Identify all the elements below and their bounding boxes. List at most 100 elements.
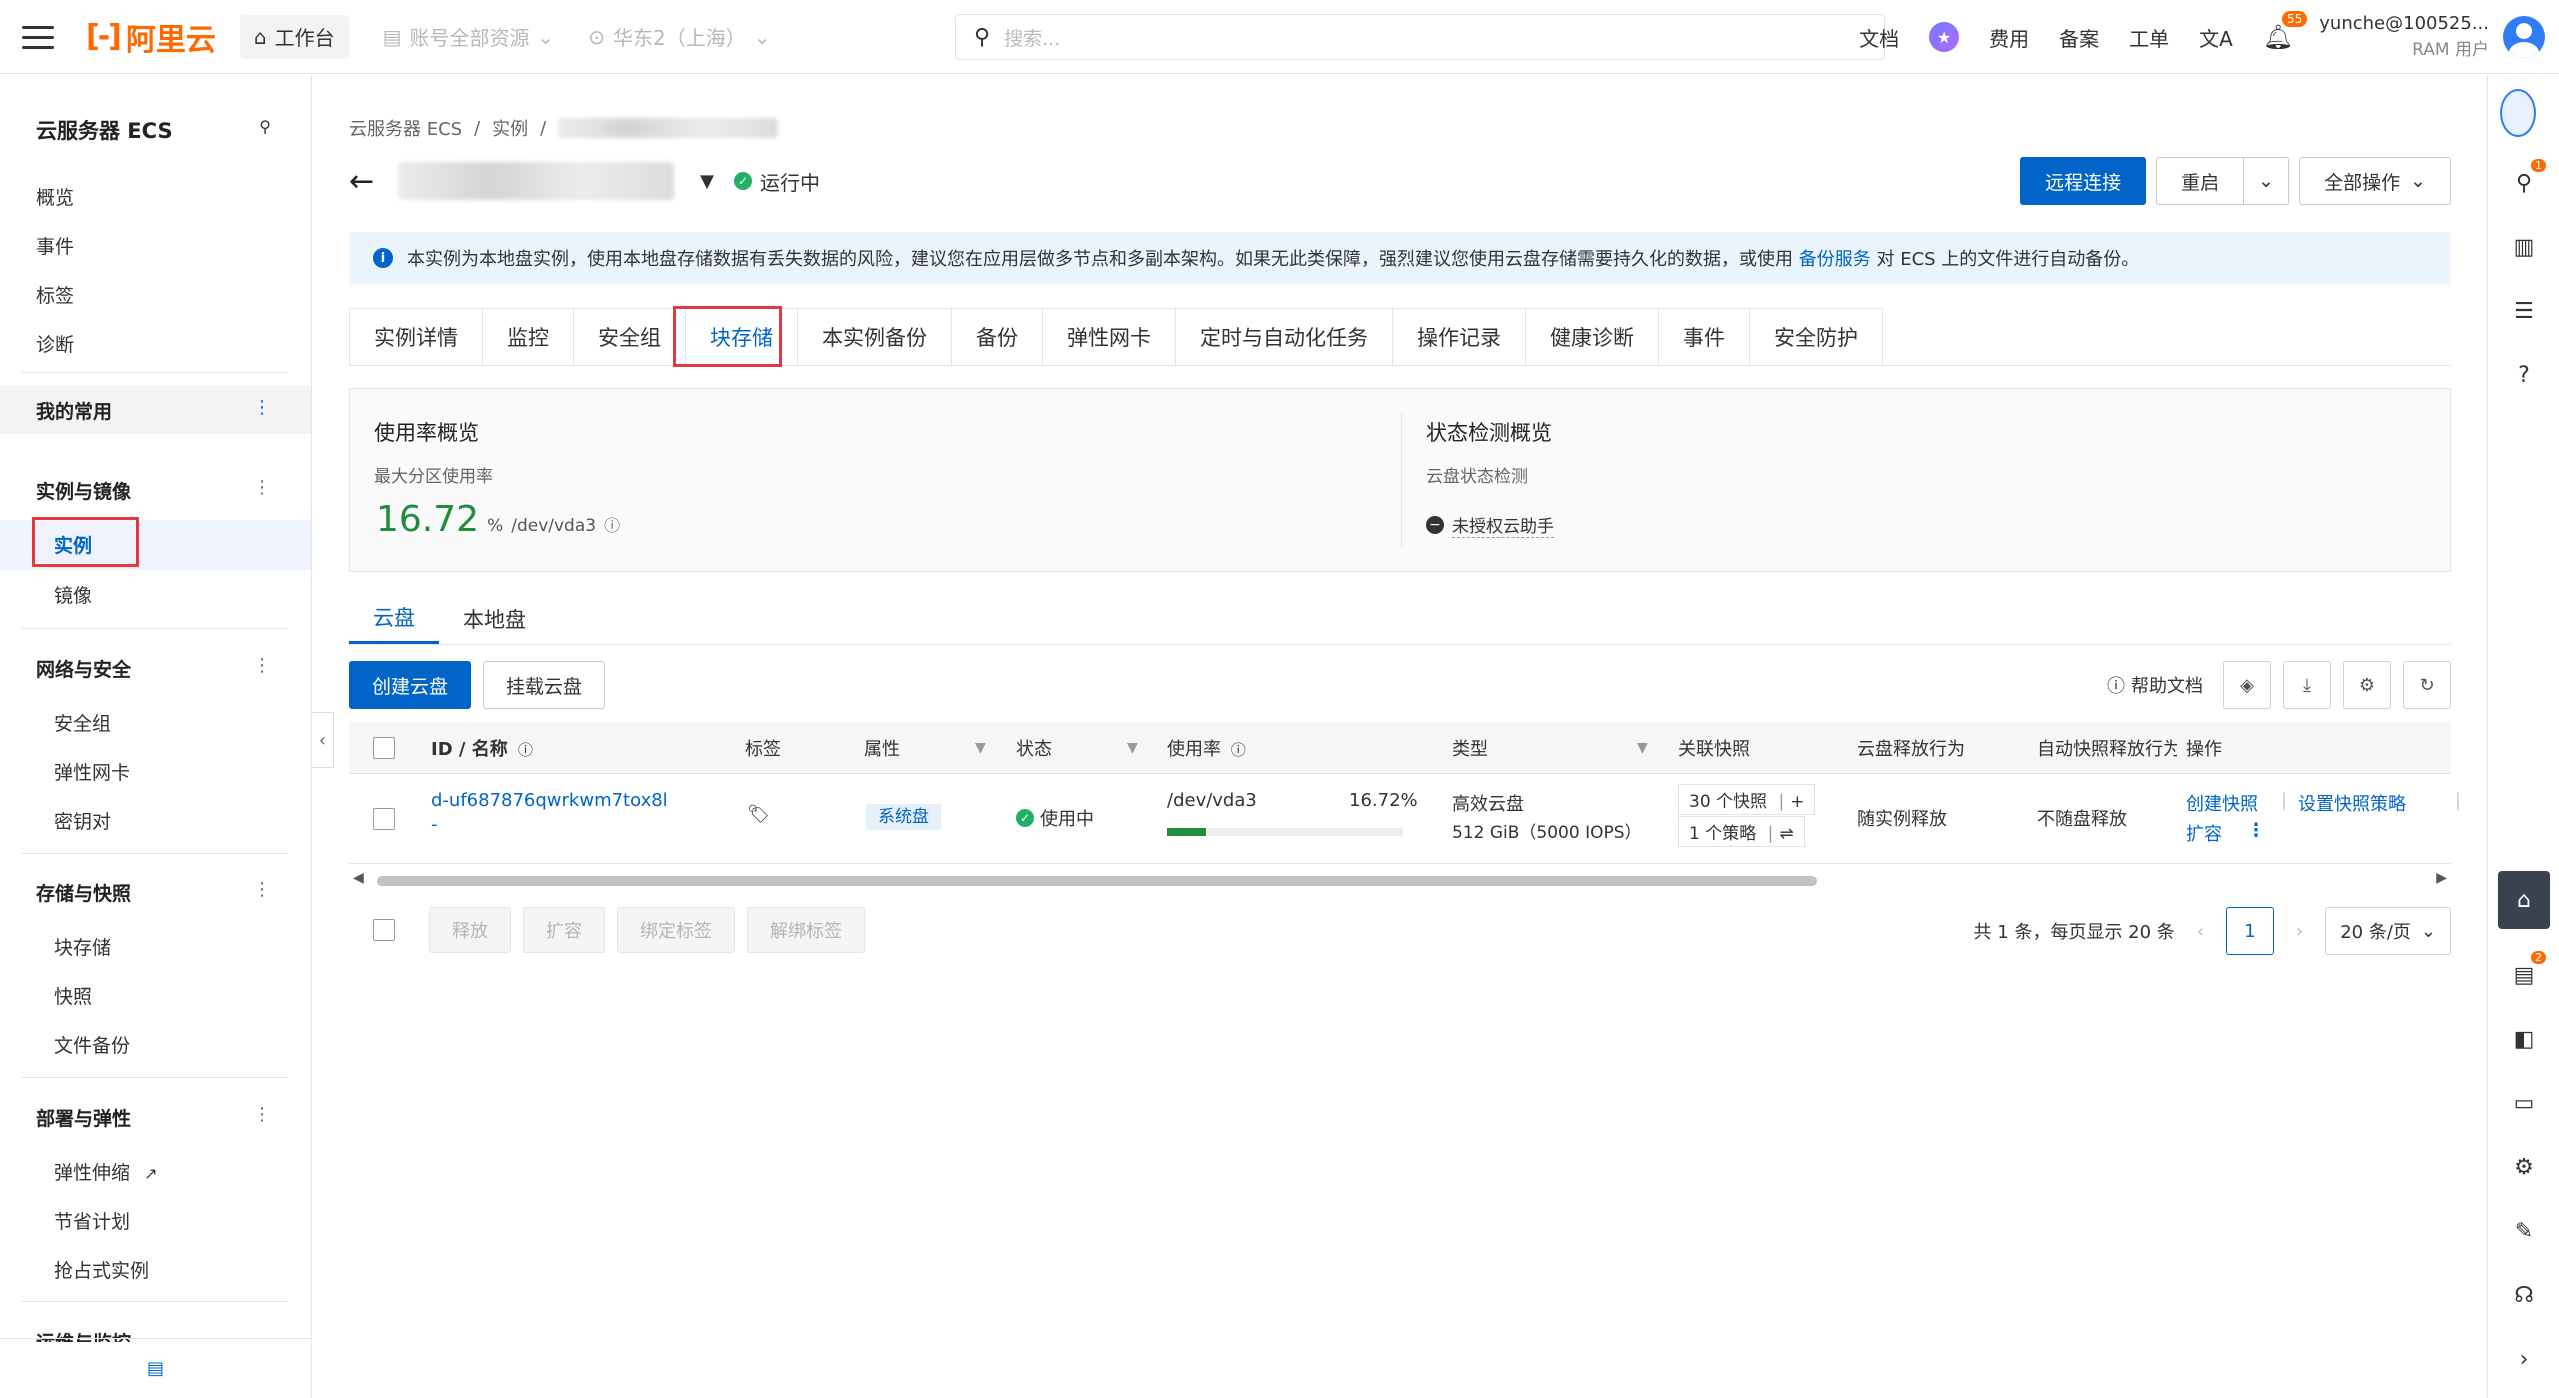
sidebar-item-eni[interactable]: 弹性网卡 [54,758,130,785]
tab-backup[interactable]: 备份 [951,308,1042,366]
resource-scope-dropdown[interactable]: ▤ 账号全部资源 ⌄ [383,22,555,51]
tab-monitoring[interactable]: 监控 [482,308,573,366]
language-icon[interactable]: 文A [2199,23,2233,52]
headset-icon[interactable]: ☊ [2506,1277,2542,1313]
scroll-right-icon[interactable]: ▶ [2436,870,2447,886]
docs-link[interactable]: 文档 [1859,23,1899,52]
scrollbar-thumb[interactable] [377,876,1817,886]
tab-instance-details[interactable]: 实例详情 [349,308,482,366]
region-dropdown[interactable]: ⊙ 华东2（上海） ⌄ [588,22,770,51]
aliyun-logo[interactable]: [-] 阿里云 [86,15,216,59]
group-storage-snapshots[interactable]: 存储与快照 [36,879,131,906]
group-more-icon[interactable]: ⋮ [253,1104,271,1125]
row-checkbox[interactable] [373,808,395,830]
subtab-local-disk[interactable]: 本地盘 [439,593,550,644]
snapshot-count-box[interactable]: 30 个快照 | + [1678,784,1816,815]
terminal-icon[interactable]: ▭ [2506,1085,2542,1121]
sidebar-item-events[interactable]: 事件 [36,232,74,259]
sidebar-footer-icon[interactable]: ▤ [0,1338,311,1398]
breadcrumb-ecs[interactable]: 云服务器 ECS [349,115,462,141]
page-size-select[interactable]: 20 条/页 ⌄ [2325,907,2451,955]
gear-icon[interactable]: ⚙ [2506,1149,2542,1185]
sidebar-item-tags[interactable]: 标签 [36,281,74,308]
sidebar-item-keypair[interactable]: 密钥对 [54,807,111,834]
sidebar-item-images[interactable]: 镜像 [54,581,92,608]
group-more-icon[interactable]: ⋮ [253,879,271,900]
favorites-label[interactable]: 我的常用 [36,397,112,424]
tab-scheduled-tasks[interactable]: 定时与自动化任务 [1175,308,1392,366]
bulk-expand-button[interactable]: 扩容 [523,907,605,953]
table-horizontal-scrollbar[interactable]: ◀ ▶ [349,870,2451,890]
state-overview-value[interactable]: − 未授权云助手 [1426,512,1554,538]
chevron-right-icon[interactable]: › [2506,1341,2542,1377]
tab-operation-logs[interactable]: 操作记录 [1392,308,1525,366]
search-icon[interactable]: ⚲ 1 [2506,159,2546,201]
notification-bell-icon[interactable]: 🔔︎ 55 [2263,11,2308,51]
sidebar-item-block-storage[interactable]: 块存储 [54,933,111,960]
layers-icon[interactable]: ◈ [2223,661,2271,709]
create-snapshot-link[interactable]: 创建快照 [2186,790,2258,816]
billing-link[interactable]: 费用 [1989,23,2029,52]
tab-security-protection[interactable]: 安全防护 [1749,308,1883,366]
user-menu[interactable]: yunche@100525... RAM 用户 [2319,11,2489,63]
sidebar-collapse-icon[interactable]: ‹ [312,712,334,768]
back-arrow-icon[interactable]: ← [349,164,374,199]
notes-icon[interactable]: ☰ [2506,293,2542,329]
restart-button[interactable]: 重启 [2156,157,2245,205]
bulk-select-checkbox[interactable] [373,919,395,941]
filter-icon[interactable]: ▼ [1127,740,1138,756]
next-page-icon[interactable]: › [2296,921,2303,942]
settings-gear-icon[interactable]: ⚙ [2343,661,2391,709]
tab-instance-backup[interactable]: 本实例备份 [797,308,951,366]
all-operations-button[interactable]: 全部操作 ⌄ [2299,157,2451,205]
tab-events[interactable]: 事件 [1658,308,1749,366]
info-circle-icon[interactable]: ⓘ [604,512,620,536]
bulk-release-button[interactable]: 释放 [429,907,511,953]
group-network-security[interactable]: 网络与安全 [36,655,131,682]
edit-icon[interactable]: ✎ [2506,1213,2542,1249]
menu-icon[interactable] [22,24,56,50]
filter-icon[interactable]: ▼ [975,740,986,756]
workbench-button[interactable]: ⌂ 工作台 [239,14,349,59]
bookmark-icon[interactable]: ⌂ [2498,871,2550,929]
sidebar-item-overview[interactable]: 概览 [36,183,74,210]
book-icon[interactable]: ▥ [2506,229,2542,265]
restart-dropdown-button[interactable]: ⌄ [2244,157,2290,205]
bulk-bind-tag-button[interactable]: 绑定标签 [617,907,735,953]
sidebar-item-auto-scaling[interactable]: 弹性伸缩 ↗ [54,1158,157,1185]
question-icon[interactable]: ⓘ [1231,741,1246,759]
group-more-icon[interactable]: ⋮ [253,655,271,676]
tab-health-diagnosis[interactable]: 健康诊断 [1525,308,1658,366]
sidebar-item-spot[interactable]: 抢占式实例 [54,1256,149,1283]
question-icon[interactable]: ⓘ [518,741,533,759]
sidebar-item-file-backup[interactable]: 文件备份 [54,1031,130,1058]
robot-assistant-icon[interactable] [2500,89,2536,137]
refresh-icon[interactable]: ↻ [2403,661,2451,709]
ai-chip-icon[interactable]: ◧ [2506,1021,2542,1057]
tab-eni[interactable]: 弹性网卡 [1042,308,1175,366]
sidebar-item-snapshots[interactable]: 快照 [54,982,92,1009]
avatar[interactable] [2503,16,2545,58]
prev-page-icon[interactable]: ‹ [2197,921,2204,942]
tab-security-group[interactable]: 安全组 [573,308,685,366]
create-disk-button[interactable]: 创建云盘 [349,661,472,709]
page-1-button[interactable]: 1 [2226,907,2274,955]
icp-link[interactable]: 备案 [2059,23,2099,52]
group-deploy-elastic[interactable]: 部署与弹性 [36,1104,131,1131]
group-more-icon[interactable]: ⋮ [253,477,271,498]
attach-disk-button[interactable]: 挂载云盘 [483,661,606,709]
tag-icon[interactable]: 🏷︎ [747,804,770,825]
scroll-left-icon[interactable]: ◀ [353,870,364,886]
remote-connect-button[interactable]: 远程连接 [2020,157,2147,205]
policy-count-box[interactable]: 1 个策略 | ⇌ [1678,816,1805,847]
filter-icon[interactable]: ▼ [1637,740,1648,756]
more-ops-icon[interactable]: ⋮ [2247,820,2265,841]
sidebar-item-diagnosis[interactable]: 诊断 [36,330,74,357]
breadcrumb-instances[interactable]: 实例 [492,115,528,141]
backup-service-link[interactable]: 备份服务 [1799,249,1871,270]
ai-assistant-icon[interactable]: ★ [1929,22,1960,52]
document-icon[interactable]: ▤ 2 [2506,951,2546,993]
set-snapshot-policy-link[interactable]: 设置快照策略 [2298,790,2406,816]
bulk-unbind-tag-button[interactable]: 解绑标签 [747,907,865,953]
ticket-link[interactable]: 工单 [2129,23,2169,52]
